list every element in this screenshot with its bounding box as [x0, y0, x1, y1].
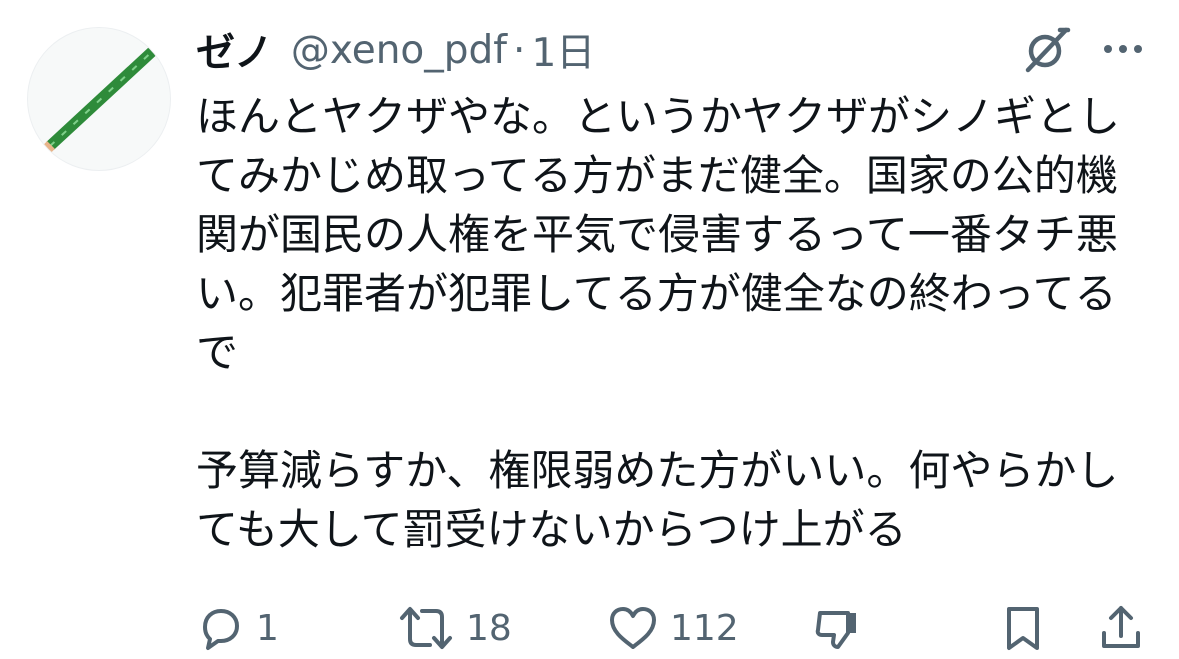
action-bar: 1 18 112	[0, 598, 1179, 658]
user-handle[interactable]: @xeno_pdf	[291, 28, 507, 73]
more-dots-icon[interactable]	[1098, 26, 1148, 72]
reply-icon	[203, 609, 239, 650]
green-stick-avatar-icon	[41, 43, 160, 155]
bookmark-icon	[1007, 607, 1039, 650]
grok-icon[interactable]	[1020, 22, 1074, 76]
avatar[interactable]	[27, 27, 171, 171]
repost-button[interactable]: 18	[396, 598, 512, 658]
repost-count: 18	[466, 607, 512, 649]
share-icon	[1102, 606, 1140, 648]
timestamp[interactable]: 1日	[531, 22, 595, 78]
separator-dot: ·	[513, 27, 526, 73]
repost-icon	[400, 607, 452, 649]
dislike-button[interactable]	[812, 598, 862, 658]
like-count: 112	[670, 607, 739, 649]
tweet-paragraph-1: ほんとヤクザやな。というかヤクザがシノギとしてみかじめ取ってる方がまだ健全。国家…	[196, 92, 1121, 377]
tweet-paragraph-2: 予算減らすか、権限弱めた方がいい。何やらかしても大して罰受けないからつけ上がる	[196, 446, 1119, 554]
share-button[interactable]	[1098, 598, 1144, 658]
tweet-text: ほんとヤクザやな。というかヤクザがシノギとしてみかじめ取ってる方がまだ健全。国家…	[196, 87, 1156, 559]
reply-count: 1	[256, 607, 279, 649]
thumbs-down-icon	[815, 611, 856, 649]
like-button[interactable]: 112	[606, 598, 739, 658]
tweet-header: ゼノ @xeno_pdf · 1日	[196, 22, 595, 78]
bookmark-button[interactable]	[1000, 598, 1046, 658]
display-name[interactable]: ゼノ	[196, 22, 273, 78]
heart-icon	[610, 607, 656, 649]
reply-button[interactable]: 1	[196, 598, 279, 658]
